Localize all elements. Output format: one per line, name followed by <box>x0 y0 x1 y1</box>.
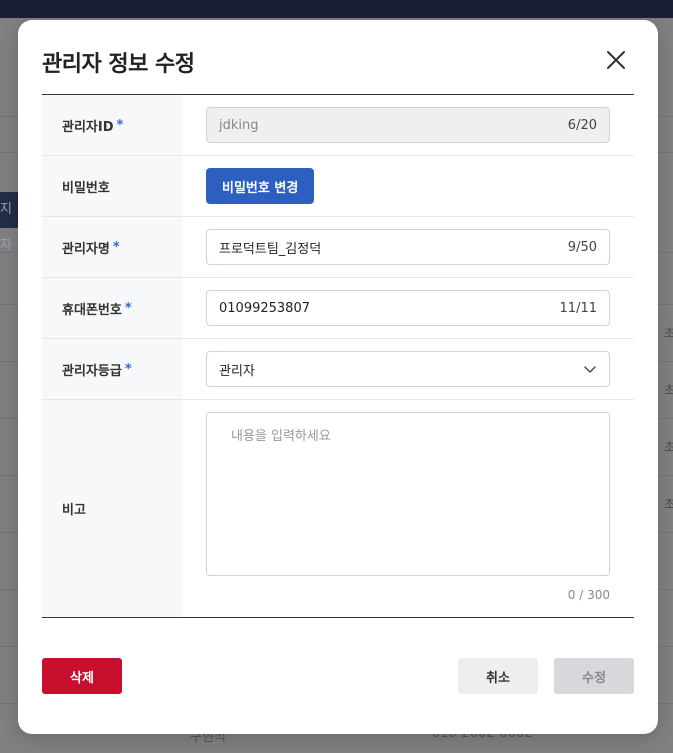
form-row-remark: 비고 내용을 입력하세요 0 / 300 <box>42 400 634 617</box>
close-icon <box>607 51 625 69</box>
form-row-admin-id: 관리자ID * jdking 6/20 <box>42 95 634 156</box>
required-mark: * <box>116 117 124 133</box>
form-row-password: 비밀번호 비밀번호 변경 <box>42 156 634 217</box>
background-top-bar <box>0 0 673 18</box>
form-field: 01099253807 11/11 <box>182 278 634 338</box>
form-row-grade: 관리자등급 * 관리자 <box>42 339 634 400</box>
remark-char-count: 0 / 300 <box>567 588 610 602</box>
background-side-tab: 지자 <box>0 192 20 253</box>
admin-name-input[interactable]: 프로덕트팀_김정덕 9/50 <box>206 229 610 265</box>
form-field: 비밀번호 변경 <box>182 156 634 216</box>
background-edge-text: 초 <box>664 440 673 454</box>
modal-title: 관리자 정보 수정 <box>42 52 195 77</box>
phone-input[interactable]: 01099253807 11/11 <box>206 290 610 326</box>
cancel-button[interactable]: 취소 <box>458 658 538 694</box>
grade-select[interactable]: 관리자 <box>206 351 610 387</box>
admin-form: 관리자ID* jdking 6/20 비밀번호 비밀번호 변경 관리자명* <box>42 94 634 618</box>
form-row-admin-name: 관리자명 * 프로덕트팀_김정덕 9/50 <box>42 217 634 278</box>
form-label: 비고 <box>42 400 182 617</box>
change-password-button[interactable]: 비밀번호 변경 <box>206 168 315 204</box>
phone-value: 01099253807 <box>219 300 310 316</box>
grade-selected-value: 관리자 <box>219 363 255 379</box>
remark-label: 비고 <box>62 503 86 518</box>
phone-label: 휴대폰번호 <box>62 302 122 318</box>
background-edge-text: 초 <box>664 326 673 340</box>
required-mark: * <box>112 239 120 255</box>
chevron-down-icon <box>584 366 596 373</box>
form-label: 휴대폰번호 * <box>42 278 182 338</box>
edit-admin-modal: 관리자 정보 수정 관리자ID * jdking 6/20 비밀번호 비밀번호 … <box>18 20 658 734</box>
required-mark: * <box>124 300 132 316</box>
form-field: jdking 6/20 <box>182 95 634 155</box>
form-field: 프로덕트팀_김정덕 9/50 <box>182 217 634 277</box>
password-label: 비밀번호 <box>62 180 110 196</box>
close-button[interactable] <box>602 46 630 74</box>
remark-textarea[interactable]: 내용을 입력하세요 <box>206 412 610 576</box>
delete-button[interactable]: 삭제 <box>42 658 122 694</box>
form-field: 관리자 <box>182 339 634 399</box>
admin-id-input: jdking 6/20 <box>206 107 610 143</box>
background-edge-text: 초 <box>664 497 673 511</box>
form-field: 내용을 입력하세요 0 / 300 <box>182 400 634 617</box>
form-label: 비밀번호 <box>42 156 182 216</box>
admin-name-char-count: 9/50 <box>567 239 597 255</box>
required-mark: * <box>124 361 132 377</box>
submit-button[interactable]: 수정 <box>554 658 634 694</box>
admin-id-label: 관리자ID <box>62 119 114 135</box>
background-edge-text: 초 <box>664 383 673 397</box>
phone-char-count: 11/11 <box>559 300 597 316</box>
admin-id-value: jdking <box>219 117 259 133</box>
form-row-phone: 휴대폰번호 * 01099253807 11/11 <box>42 278 634 339</box>
form-label: 관리자ID * <box>42 95 182 155</box>
admin-id-char-count: 6/20 <box>567 117 597 133</box>
remark-placeholder: 내용을 입력하세요 <box>231 429 331 444</box>
grade-label: 관리자등급 <box>62 363 122 379</box>
form-label: 관리자등급 * <box>42 339 182 399</box>
admin-name-label: 관리자명 <box>62 241 110 257</box>
admin-name-value: 프로덕트팀_김정덕 <box>219 241 322 257</box>
form-label: 관리자명 * <box>42 217 182 277</box>
